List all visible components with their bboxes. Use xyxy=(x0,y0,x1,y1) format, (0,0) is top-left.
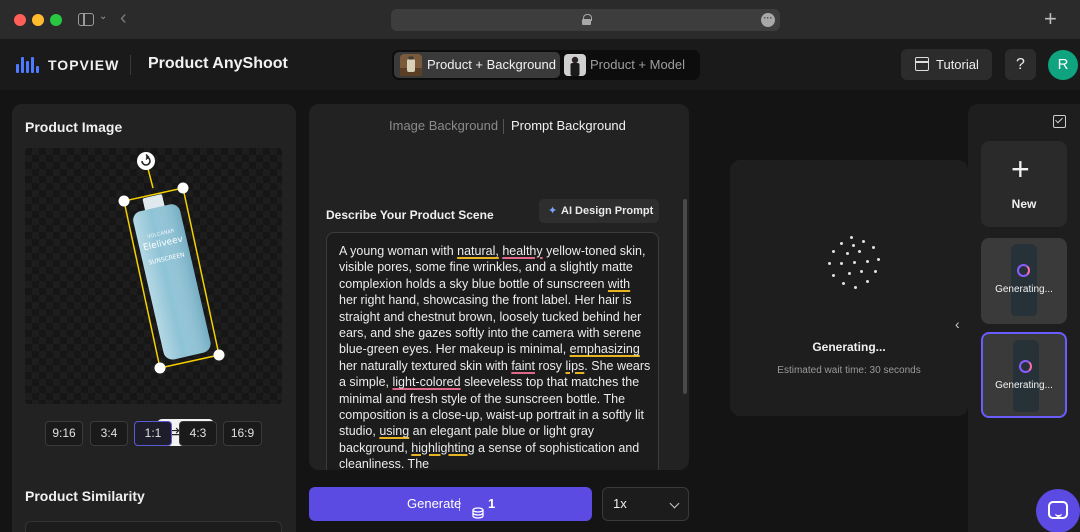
app-title: Product AnyShoot xyxy=(148,55,288,72)
prompt-segment: her naturally textured skin with xyxy=(339,358,512,373)
progress-ring-icon xyxy=(1019,360,1032,373)
prompt-text[interactable]: A young woman with natural, healthy yell… xyxy=(339,243,651,470)
highlighted-word[interactable]: using xyxy=(379,424,409,438)
highlighted-word[interactable]: highlighting xyxy=(411,441,474,455)
user-avatar[interactable]: R xyxy=(1048,50,1078,80)
product-image-panel: Product Image VOLCANAR Eleliveev SUNSCRE… xyxy=(12,104,296,532)
mode-switcher: Product + Background Product + Model xyxy=(392,50,700,80)
estimated-wait-time: Estimated wait time: 30 seconds xyxy=(777,365,921,376)
generate-divider xyxy=(459,498,460,511)
product-model-thumbnail xyxy=(564,54,586,76)
sidebar-toggle-icon[interactable] xyxy=(78,13,94,26)
close-window-button[interactable] xyxy=(14,14,26,26)
scene-prompt-textarea[interactable]: A young woman with natural, healthy yell… xyxy=(326,232,659,470)
progress-ring-icon xyxy=(1017,264,1030,277)
ratio-3-4[interactable]: 3:4 xyxy=(90,421,128,446)
address-bar[interactable]: ··· xyxy=(391,9,780,31)
prompt-segment: A young woman with xyxy=(339,244,458,258)
highlighted-word[interactable]: healthy xyxy=(502,244,542,258)
highlighted-word[interactable]: lips xyxy=(566,359,585,373)
generate-button[interactable]: Generate 1 xyxy=(309,487,592,521)
product-canvas[interactable]: VOLCANAR Eleliveev SUNSCREEN ⇄ xyxy=(25,148,282,446)
quantity-select[interactable]: 1x xyxy=(602,487,689,521)
tab-divider xyxy=(503,119,504,134)
lock-icon xyxy=(582,14,592,25)
app-header: TOPVIEW Product AnyShoot Product + Backg… xyxy=(0,40,1080,90)
highlighted-word[interactable]: natural, xyxy=(457,244,499,258)
highlighted-word[interactable]: with xyxy=(608,277,630,291)
history-item-selected[interactable]: Generating... xyxy=(981,332,1067,418)
credits-icon xyxy=(472,498,484,519)
panel-scrollbar[interactable] xyxy=(683,199,687,394)
mode-product-background[interactable]: Product + Background xyxy=(394,52,560,78)
generation-preview: Generating... Estimated wait time: 30 se… xyxy=(730,160,968,416)
help-button[interactable]: ? xyxy=(1005,49,1036,80)
mode-product-model[interactable]: Product + Model xyxy=(564,52,698,78)
ratio-9-16[interactable]: 9:16 xyxy=(45,421,83,446)
scene-description-label: Describe Your Product Scene xyxy=(326,208,494,222)
ai-design-prompt-button[interactable]: ✦ AI Design Prompt xyxy=(539,199,659,223)
product-similarity-title: Product Similarity xyxy=(25,488,145,504)
header-divider xyxy=(130,55,131,75)
brand-name: TOPVIEW xyxy=(48,57,120,73)
support-chat-button[interactable] xyxy=(1036,489,1080,532)
highlighted-word[interactable]: emphasizing xyxy=(570,342,640,356)
tutorial-button[interactable]: Tutorial xyxy=(901,49,992,80)
highlighted-word[interactable]: light-colored xyxy=(393,375,461,389)
product-background-thumbnail xyxy=(400,54,422,76)
chevron-down-icon xyxy=(669,498,680,509)
back-arrow-icon[interactable]: ‹ xyxy=(120,8,127,28)
chevron-down-icon[interactable]: ⌄ xyxy=(99,11,107,22)
history-item[interactable]: Generating... xyxy=(981,238,1067,324)
plus-icon: + xyxy=(1011,151,1030,187)
topview-logo-icon xyxy=(16,57,42,73)
tab-prompt-background[interactable]: Prompt Background xyxy=(511,118,626,133)
collapse-panel-icon[interactable]: ‹ xyxy=(955,316,960,332)
new-tab-icon[interactable]: + xyxy=(1044,7,1057,31)
chat-icon xyxy=(1048,501,1068,519)
new-generation-button[interactable]: + New xyxy=(981,141,1067,227)
ratio-16-9[interactable]: 16:9 xyxy=(223,421,262,446)
history-rail: + New Generating... Generating... xyxy=(968,104,1080,532)
scene-panel: Image Background Prompt Background Descr… xyxy=(309,104,689,470)
zoom-window-button[interactable] xyxy=(50,14,62,26)
ratio-4-3[interactable]: 4:3 xyxy=(179,421,217,446)
ratio-1-1[interactable]: 1:1 xyxy=(134,421,172,446)
tab-image-background[interactable]: Image Background xyxy=(389,118,498,133)
prompt-segment: rosy xyxy=(534,358,566,373)
sparkle-icon: ✦ xyxy=(548,205,558,217)
browser-toolbar: ⌄ ‹ ··· + xyxy=(0,0,1080,40)
more-icon[interactable]: ··· xyxy=(761,13,775,27)
select-mode-icon[interactable] xyxy=(1053,115,1066,128)
generation-status: Generating... xyxy=(812,340,886,354)
product-similarity-control[interactable] xyxy=(25,521,282,532)
calendar-icon xyxy=(915,57,929,71)
product-transform-overlay[interactable]: VOLCANAR Eleliveev SUNSCREEN xyxy=(25,148,282,404)
minimize-window-button[interactable] xyxy=(32,14,44,26)
product-image-title: Product Image xyxy=(25,119,123,135)
product-thumbnail xyxy=(1013,340,1039,412)
product-thumbnail xyxy=(1011,244,1037,316)
highlighted-word[interactable]: faint xyxy=(511,359,535,373)
loading-spinner-icon xyxy=(822,234,892,294)
